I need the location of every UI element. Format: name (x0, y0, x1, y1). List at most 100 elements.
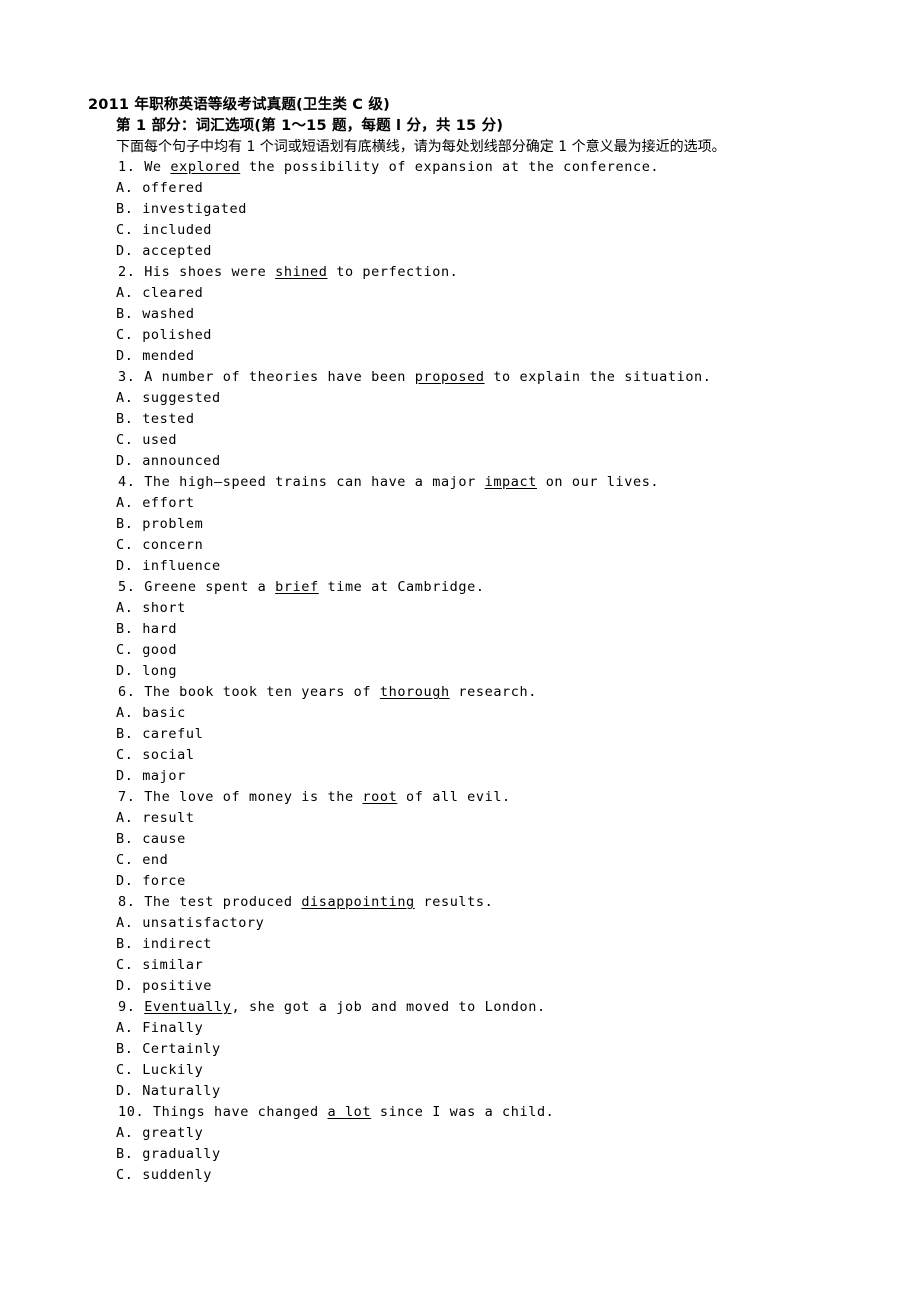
option-label: C. (116, 537, 134, 553)
answer-option[interactable]: B. cause (116, 829, 876, 850)
answer-option[interactable]: A. cleared (116, 283, 876, 304)
option-text: washed (142, 306, 195, 322)
option-label: A. (116, 705, 134, 721)
option-text: careful (142, 726, 204, 742)
answer-option[interactable]: D. influence (116, 556, 876, 577)
answer-option[interactable]: A. unsatisfactory (116, 913, 876, 934)
answer-option[interactable]: B. washed (116, 304, 876, 325)
option-label: B. (116, 1041, 134, 1057)
question-number: 2. (118, 264, 136, 280)
question-text-before: A number of theories have been (144, 369, 415, 385)
option-text: short (142, 600, 186, 616)
question-text-before: His shoes were (144, 264, 276, 280)
answer-option[interactable]: D. announced (116, 451, 876, 472)
answer-option[interactable]: C. polished (116, 325, 876, 346)
option-label: B. (116, 726, 134, 742)
answer-option[interactable]: B. problem (116, 514, 876, 535)
section-instruction: 下面每个句子中均有 1 个词或短语划有底横线，请为每处划线部分确定 1 个意义最… (116, 139, 726, 155)
option-text: result (142, 810, 195, 826)
answer-option[interactable]: A. offered (116, 178, 876, 199)
question-stem: 7. The love of money is the root of all … (116, 787, 876, 808)
option-text: greatly (142, 1125, 204, 1141)
option-label: C. (116, 222, 134, 238)
option-label: C. (116, 642, 134, 658)
answer-option[interactable]: B. Certainly (116, 1039, 876, 1060)
answer-option[interactable]: B. gradually (116, 1144, 876, 1165)
option-label: C. (116, 747, 134, 763)
answer-option[interactable]: B. tested (116, 409, 876, 430)
answer-option[interactable]: C. used (116, 430, 876, 451)
question-text-after: , she got a job and moved to London. (231, 999, 546, 1015)
question-text-before: We (144, 159, 171, 175)
option-text: used (142, 432, 178, 448)
question-text-after: of all evil. (397, 789, 511, 805)
option-label: D. (116, 978, 134, 994)
option-label: A. (116, 1020, 134, 1036)
answer-option[interactable]: A. short (116, 598, 876, 619)
answer-option[interactable]: C. good (116, 640, 876, 661)
answer-option[interactable]: C. Luckily (116, 1060, 876, 1081)
answer-option[interactable]: D. accepted (116, 241, 876, 262)
answer-option[interactable]: C. end (116, 850, 876, 871)
answer-option[interactable]: A. result (116, 808, 876, 829)
question-text-after: research. (449, 684, 537, 700)
answer-option[interactable]: D. force (116, 871, 876, 892)
option-label: D. (116, 453, 134, 469)
question-stem: 8. The test produced disappointing resul… (116, 892, 876, 913)
underlined-keyword: Eventually (144, 999, 232, 1015)
option-label: A. (116, 915, 134, 931)
option-label: D. (116, 558, 134, 574)
option-label: B. (116, 201, 134, 217)
answer-option[interactable]: D. long (116, 661, 876, 682)
question-text-before: The test produced (144, 894, 302, 910)
question-stem: 9. Eventually, she got a job and moved t… (116, 997, 876, 1018)
answer-option[interactable]: C. suddenly (116, 1165, 876, 1186)
question-number: 7. (118, 789, 136, 805)
question-stem: 4. The high—speed trains can have a majo… (116, 472, 876, 493)
option-text: Luckily (142, 1062, 204, 1078)
answer-option[interactable]: A. suggested (116, 388, 876, 409)
question-text-after: results. (414, 894, 494, 910)
underlined-keyword: thorough (379, 684, 450, 700)
option-label: A. (116, 600, 134, 616)
option-text: offered (142, 180, 204, 196)
option-text: Certainly (142, 1041, 221, 1057)
question-number: 6. (118, 684, 136, 700)
option-label: D. (116, 663, 134, 679)
answer-option[interactable]: C. concern (116, 535, 876, 556)
option-label: D. (116, 873, 134, 889)
answer-option[interactable]: D. major (116, 766, 876, 787)
answer-option[interactable]: B. investigated (116, 199, 876, 220)
answer-option[interactable]: A. Finally (116, 1018, 876, 1039)
option-text: influence (142, 558, 221, 574)
option-text: similar (142, 957, 204, 973)
answer-option[interactable]: A. effort (116, 493, 876, 514)
option-label: A. (116, 495, 134, 511)
option-label: B. (116, 831, 134, 847)
answer-option[interactable]: D. mended (116, 346, 876, 367)
answer-option[interactable]: B. hard (116, 619, 876, 640)
option-text: accepted (142, 243, 213, 259)
answer-option[interactable]: C. social (116, 745, 876, 766)
question-number: 3. (118, 369, 136, 385)
option-label: A. (116, 285, 134, 301)
answer-option[interactable]: D. Naturally (116, 1081, 876, 1102)
underlined-keyword: root (362, 789, 398, 805)
question-number: 10. (118, 1104, 145, 1120)
answer-option[interactable]: A. basic (116, 703, 876, 724)
option-label: C. (116, 957, 134, 973)
question-text-after: to explain the situation. (484, 369, 712, 385)
option-label: B. (116, 306, 134, 322)
option-text: good (142, 642, 178, 658)
option-text: cleared (142, 285, 204, 301)
answer-option[interactable]: D. positive (116, 976, 876, 997)
question-text-after: on our lives. (536, 474, 660, 490)
answer-option[interactable]: A. greatly (116, 1123, 876, 1144)
answer-option[interactable]: C. included (116, 220, 876, 241)
answer-option[interactable]: C. similar (116, 955, 876, 976)
question-number: 4. (118, 474, 136, 490)
answer-option[interactable]: B. careful (116, 724, 876, 745)
option-text: Naturally (142, 1083, 221, 1099)
answer-option[interactable]: B. indirect (116, 934, 876, 955)
question-number: 1. (118, 159, 136, 175)
